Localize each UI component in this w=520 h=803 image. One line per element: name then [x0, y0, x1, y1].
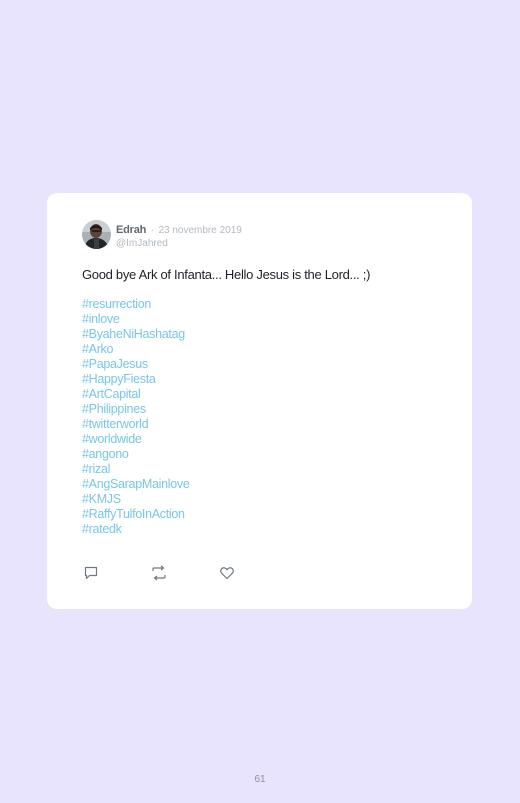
hashtag-link[interactable]: #ByaheNiHashatag: [82, 327, 189, 342]
hashtag-link[interactable]: #Philippines: [82, 402, 189, 417]
tweet-meta: Edrah · 23 novembre 2019 @ImJahred: [116, 222, 242, 250]
tweet-text: Good bye Ark of Infanta... Hello Jesus i…: [82, 267, 371, 282]
hashtag-link[interactable]: #AngSarapMainlove: [82, 477, 190, 492]
hashtag-link[interactable]: #twitterworld: [82, 417, 189, 432]
hashtag-link[interactable]: #RaffyTulfoInAction: [82, 507, 189, 522]
meta-separator: ·: [150, 225, 154, 236]
hashtag-link[interactable]: #worldwide: [82, 432, 189, 447]
hashtag-link[interactable]: #Arko: [82, 342, 189, 357]
page-number: 61: [254, 774, 266, 785]
hashtag-link[interactable]: #rizal: [82, 462, 189, 477]
author-handle[interactable]: @ImJahred: [116, 237, 242, 250]
tweet-date[interactable]: 23 novembre 2019: [158, 225, 241, 236]
retweet-icon[interactable]: [151, 565, 167, 581]
heart-icon[interactable]: [219, 565, 235, 581]
hashtag-link[interactable]: #KMJS: [82, 492, 189, 507]
hashtag-link[interactable]: #ArtCapital: [82, 387, 189, 402]
hashtag-link[interactable]: #resurrection: [82, 297, 189, 312]
reply-icon[interactable]: [83, 565, 99, 581]
hashtag-link[interactable]: #PapaJesus: [82, 357, 189, 372]
avatar-image: [82, 220, 111, 249]
avatar[interactable]: [82, 220, 111, 249]
hashtag-link[interactable]: #inlove: [82, 312, 189, 327]
hashtag-link[interactable]: #HappyFiesta: [82, 372, 189, 387]
hashtag-link[interactable]: #ratedk: [82, 522, 189, 537]
hashtag-link[interactable]: #angono: [82, 447, 189, 462]
tweet-header: Edrah · 23 novembre 2019 @ImJahred: [82, 220, 242, 250]
tweet-actions: [83, 565, 287, 581]
tweet-card: Edrah · 23 novembre 2019 @ImJahred Good …: [47, 193, 472, 609]
hashtag-list: #resurrection #inlove #ByaheNiHashatag #…: [82, 297, 190, 537]
author-name[interactable]: Edrah: [116, 224, 146, 236]
